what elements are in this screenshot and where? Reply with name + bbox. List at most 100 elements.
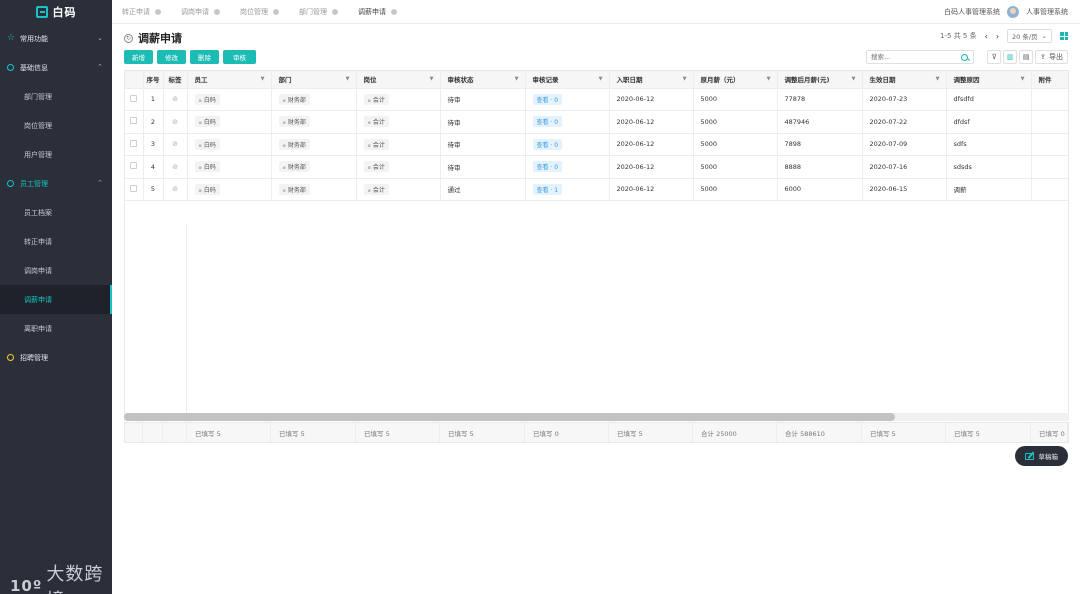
paperclip-icon[interactable]: ⊘ [172, 95, 178, 103]
row-checkbox[interactable] [130, 94, 138, 102]
sidebar-item-post[interactable]: 岗位管理 [0, 111, 112, 140]
close-icon[interactable] [273, 8, 279, 15]
caret-down-icon[interactable]: ▼ [767, 76, 771, 82]
sidebar-item-transfer[interactable]: 调岗申请 [0, 256, 112, 285]
header-cell[interactable]: 原月薪（元） ▼ [693, 71, 778, 89]
post-tag[interactable]: 会计 [363, 93, 389, 105]
table-row[interactable]: 4 ⊘ 白码 财务部 会计 待审 查看 · 0 2020-06-12 5000 … [125, 155, 1068, 179]
caret-down-icon[interactable]: ▼ [683, 76, 687, 82]
caret-down-icon[interactable]: ▼ [599, 76, 603, 82]
post-tag[interactable]: 会计 [363, 161, 389, 173]
chevron-left-icon[interactable]: ‹ [985, 32, 988, 41]
sidebar-item-salary[interactable]: 调薪申请 [0, 285, 112, 314]
view-record-link[interactable]: 查看 · 0 [532, 161, 563, 173]
dept-tag[interactable]: 财务部 [278, 138, 310, 150]
close-icon[interactable] [332, 8, 338, 15]
view-record-link[interactable]: 查看 · 0 [532, 93, 563, 105]
table-row[interactable]: 2 ⊘ 白码 财务部 会计 待审 查看 · 0 2020-06-12 5000 … [125, 110, 1068, 134]
header-cell[interactable]: 调整后月薪(元) ▼ [777, 71, 863, 89]
sidebar-item-dept[interactable]: 部门管理 [0, 82, 112, 111]
edit-button[interactable]: 修改 [157, 50, 186, 64]
header-cell[interactable]: 入职日期 ▼ [609, 71, 694, 89]
header-cell[interactable]: 部门 ▼ [271, 71, 357, 89]
menu-basic[interactable]: 基础信息 ⌃ [0, 53, 112, 82]
page-size-select[interactable]: 20 条/页 ⌄ [1007, 29, 1052, 43]
delete-button[interactable]: 删除 [190, 50, 219, 64]
refresh-icon[interactable]: ↻ [124, 33, 133, 43]
header-cell[interactable]: 审核状态 ▼ [440, 71, 526, 89]
tab-dept[interactable]: 部门管理 [289, 0, 348, 24]
employee-tag[interactable]: 白码 [194, 138, 220, 150]
header-cell[interactable]: 调整原因 ▼ [946, 71, 1032, 89]
close-icon[interactable] [155, 8, 161, 15]
draft-box-button[interactable]: 草稿箱 [1014, 446, 1068, 466]
paperclip-icon[interactable]: ⊘ [172, 140, 178, 148]
dept-tag[interactable]: 财务部 [278, 161, 310, 173]
sidebar-item-resign[interactable]: 离职申请 [0, 314, 112, 343]
post-tag[interactable]: 会计 [363, 116, 389, 128]
paperclip-icon[interactable]: ⊘ [172, 118, 178, 126]
dept-tag[interactable]: 财务部 [278, 93, 310, 105]
close-icon[interactable] [214, 8, 220, 15]
export-button[interactable]: ⇪ 导出 [1035, 50, 1068, 64]
tab-post[interactable]: 岗位管理 [230, 0, 289, 24]
post-tag[interactable]: 会计 [363, 183, 389, 195]
grid-view-icon[interactable] [1060, 32, 1068, 40]
row-checkbox[interactable] [130, 184, 138, 192]
audit-button[interactable]: 审核 [223, 50, 256, 64]
header-cell[interactable]: 员工 ▼ [187, 71, 272, 89]
tab-salary[interactable]: 调薪申请 [348, 0, 407, 24]
row-checkbox[interactable] [130, 162, 138, 170]
header-cell[interactable]: 岗位 ▼ [356, 71, 441, 89]
bar-chart-icon[interactable]: ▥ [1003, 50, 1018, 64]
tab-transfer[interactable]: 调岗申请 [171, 0, 230, 24]
scrollbar-thumb[interactable] [124, 413, 895, 421]
caret-down-icon[interactable]: ▼ [936, 76, 940, 82]
close-icon[interactable] [391, 8, 397, 15]
post-tag[interactable]: 会计 [363, 138, 389, 150]
app-logo[interactable]: 白码 [0, 0, 112, 24]
table-row[interactable]: 5 ⊘ 白码 财务部 会计 通过 查看 · 1 2020-06-12 5000 … [125, 178, 1068, 201]
horizontal-scrollbar[interactable] [124, 413, 1069, 421]
dept-tag[interactable]: 财务部 [278, 183, 310, 195]
row-checkbox[interactable] [130, 117, 138, 125]
system-name[interactable]: 白码人事管理系统 [944, 7, 1000, 17]
caret-down-icon[interactable]: ▼ [1021, 76, 1025, 82]
table-settings-icon[interactable]: ▤ [1019, 50, 1034, 64]
caret-down-icon[interactable]: ▼ [346, 76, 350, 82]
row-checkbox[interactable] [130, 139, 138, 147]
employee-tag[interactable]: 白码 [194, 93, 220, 105]
menu-common[interactable]: ☆ 常用功能 ⌄ [0, 24, 112, 53]
view-record-link[interactable]: 查看 · 0 [532, 116, 563, 128]
caret-down-icon[interactable]: ▼ [261, 76, 265, 82]
view-record-link[interactable]: 查看 · 1 [532, 183, 563, 195]
view-record-link[interactable]: 查看 · 0 [532, 138, 563, 150]
sidebar-item-archive[interactable]: 员工档案 [0, 198, 112, 227]
add-button[interactable]: 新增 [124, 50, 153, 64]
menu-recruit[interactable]: 招聘管理 [0, 343, 112, 372]
user-name[interactable]: 人事管理系统 [1026, 7, 1068, 17]
sidebar-item-regular[interactable]: 转正申请 [0, 227, 112, 256]
employee-tag[interactable]: 白码 [194, 161, 220, 173]
table-row[interactable]: 3 ⊘ 白码 财务部 会计 待审 查看 · 0 2020-06-12 5000 … [125, 133, 1068, 156]
search-icon[interactable] [961, 53, 968, 61]
avatar[interactable] [1007, 6, 1019, 18]
paperclip-icon[interactable]: ⊘ [172, 185, 178, 193]
header-cell[interactable]: 附件 [1031, 71, 1068, 89]
table-row[interactable]: 1 ⊘ 白码 财务部 会计 待审 查看 · 0 2020-06-12 5000 … [125, 88, 1068, 111]
sidebar-item-user[interactable]: 用户管理 [0, 140, 112, 169]
caret-down-icon[interactable]: ▼ [515, 76, 519, 82]
employee-tag[interactable]: 白码 [194, 116, 220, 128]
employee-tag[interactable]: 白码 [194, 183, 220, 195]
filter-icon[interactable]: ⊽ [987, 50, 1002, 64]
header-cell[interactable]: 审核记录 ▼ [525, 71, 610, 89]
chevron-right-icon[interactable]: › [996, 32, 999, 41]
search-input[interactable] [867, 51, 959, 63]
caret-down-icon[interactable]: ▼ [430, 76, 434, 82]
menu-employee[interactable]: 员工管理 ⌃ [0, 169, 112, 198]
header-cell[interactable]: 生效日期 ▼ [862, 71, 947, 89]
dept-tag[interactable]: 财务部 [278, 116, 310, 128]
caret-down-icon[interactable]: ▼ [852, 76, 856, 82]
tab-regular[interactable]: 转正申请 [112, 0, 171, 24]
paperclip-icon[interactable]: ⊘ [172, 163, 178, 171]
